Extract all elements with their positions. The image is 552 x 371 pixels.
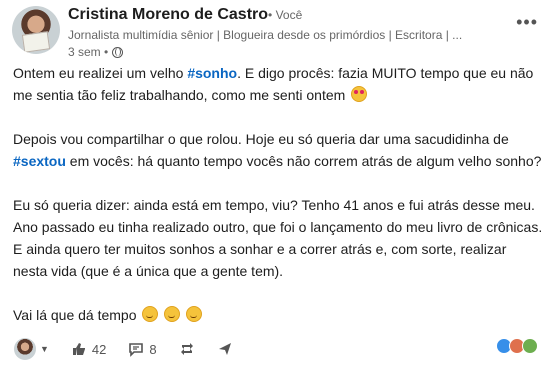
author-headline: Jornalista multimídia sênior | Blogueira…: [68, 28, 463, 42]
thumbs-up-icon: [72, 343, 85, 355]
actor-avatar[interactable]: [14, 338, 36, 360]
hashtag-sextou[interactable]: #sextou: [13, 153, 66, 169]
repost-icon: [180, 343, 193, 355]
text-run: Vai lá que dá tempo: [13, 307, 137, 323]
relationship-badge: • Você: [268, 8, 303, 22]
reactions-summary[interactable]: [496, 338, 538, 354]
comment-icon: [129, 343, 144, 357]
kiss-emoji-icon: [186, 306, 203, 322]
comment-button[interactable]: 8: [128, 341, 157, 357]
smile-emoji-icon: [164, 306, 181, 322]
paragraph-2: Depois vou compartilhar o que rolou. Hoj…: [13, 128, 543, 172]
paragraph-4: Vai lá que dá tempo: [13, 304, 543, 326]
author-avatar[interactable]: [12, 6, 60, 54]
like-button[interactable]: 42: [71, 341, 106, 357]
celebrate-reaction-icon: [522, 338, 538, 354]
paragraph-3: Eu só queria dizer: ainda está em tempo,…: [13, 197, 543, 279]
wink-emoji-icon: [142, 306, 159, 322]
text-run: Depois vou compartilhar o que rolou. Hoj…: [13, 131, 509, 147]
comment-count: 8: [149, 341, 157, 357]
author-name[interactable]: Cristina Moreno de Castro: [68, 6, 268, 23]
paragraph-1: Ontem eu realizei um velho #sonho. E dig…: [13, 62, 543, 106]
globe-icon: [112, 46, 124, 58]
hashtag-sonho[interactable]: #sonho: [187, 65, 237, 81]
like-count: 42: [91, 341, 107, 357]
author-line: Cristina Moreno de Castro• Você: [68, 6, 302, 24]
repost-button[interactable]: [179, 341, 195, 357]
heart-eyes-emoji-icon: [351, 86, 368, 102]
text-run: Ontem eu realizei um velho: [13, 65, 188, 81]
send-button[interactable]: [217, 341, 233, 357]
post-text: Ontem eu realizei um velho #sonho. E dig…: [13, 62, 543, 348]
post-time: 3 sem •: [68, 45, 109, 59]
post-header: Cristina Moreno de Castro• Você Jornalis…: [12, 6, 542, 60]
send-icon: [218, 343, 231, 355]
post-meta: 3 sem •: [68, 45, 124, 59]
more-options-icon[interactable]: •••: [516, 12, 538, 33]
text-run: em vocês: há quanto tempo vocês não corr…: [65, 153, 542, 169]
action-bar: ▼ 42 8: [14, 338, 542, 360]
chevron-down-icon[interactable]: ▼: [40, 344, 49, 354]
